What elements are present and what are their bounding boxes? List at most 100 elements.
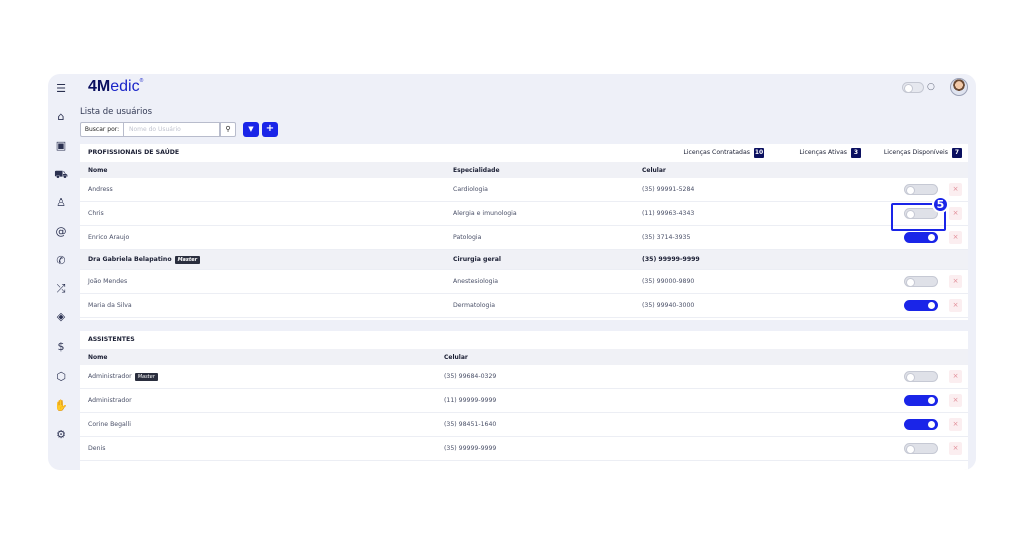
table-row[interactable]: João Mendes Anestesiologia (35) 99000-98… — [80, 270, 968, 294]
delete-icon[interactable]: × — [949, 275, 962, 288]
licenses-available-count: 7 — [952, 148, 962, 158]
row-phone: (35) 3714-3935 — [642, 234, 691, 241]
tutorial-step-marker: 5 — [932, 196, 949, 213]
active-toggle[interactable] — [904, 419, 938, 430]
column-header-phone: Celular — [444, 354, 468, 361]
row-phone: (11) 99963-4343 — [642, 210, 695, 217]
table-row[interactable]: Corine Begalli (35) 98451-1640 × — [80, 413, 968, 437]
table-row[interactable]: Administrador (11) 99999-9999 × — [80, 389, 968, 413]
row-phone: (35) 99999-9999 — [444, 445, 497, 452]
column-header-phone: Celular — [642, 167, 666, 174]
phone-icon[interactable]: ✆ — [54, 254, 68, 268]
page-title: Lista de usuários — [80, 107, 152, 117]
professionals-title: PROFISSIONAIS DE SAÚDE — [88, 149, 180, 156]
row-phone: (35) 99999-9999 — [642, 256, 700, 263]
active-toggle[interactable] — [904, 232, 938, 243]
column-header-name: Nome — [88, 167, 108, 174]
active-toggle[interactable] — [904, 300, 938, 311]
home-icon[interactable]: ⌂ — [54, 110, 68, 124]
dollar-icon[interactable]: $ — [54, 340, 68, 354]
logo[interactable]: 4Medic® — [88, 78, 143, 96]
calendar-icon[interactable]: ▣ — [54, 139, 68, 153]
search-by-label[interactable]: Buscar por: — [80, 122, 124, 137]
active-toggle[interactable] — [904, 443, 938, 454]
car-icon[interactable]: ⛟ — [54, 168, 68, 182]
professionals-header: PROFISSIONAIS DE SAÚDE Licenças Contrata… — [80, 144, 968, 161]
row-name: Administrador Master — [88, 373, 158, 381]
tag-icon[interactable]: ◈ — [54, 310, 68, 324]
active-toggle[interactable] — [904, 371, 938, 382]
row-name: Enrico Araujo — [88, 234, 130, 241]
licenses-contracted-count: 10 — [754, 148, 764, 158]
professionals-panel: PROFISSIONAIS DE SAÚDE Licenças Contrata… — [80, 144, 968, 320]
at-icon[interactable]: @ — [54, 225, 68, 239]
active-toggle[interactable] — [904, 184, 938, 195]
row-phone: (35) 99940-3000 — [642, 302, 695, 309]
user-icon[interactable]: ♙ — [54, 196, 68, 210]
app-window: ☰ ⌂ ▣ ⛟ ♙ @ ✆ ⤮ ◈ $ ⬡ ✋ ⚙ 4Medic® ○ List… — [48, 74, 976, 470]
row-name: Corine Begalli — [88, 421, 131, 428]
delete-icon[interactable]: × — [949, 231, 962, 244]
row-specialty: Dermatologia — [453, 302, 495, 309]
professionals-table: Nome Especialidade Celular Andress Cardi… — [80, 162, 968, 318]
table-row[interactable]: Enrico Araujo Patologia (35) 3714-3935 × — [80, 226, 968, 250]
menu-icon[interactable]: ☰ — [54, 82, 68, 96]
gear-icon[interactable]: ⚙ — [54, 428, 68, 442]
delete-icon[interactable]: × — [949, 442, 962, 455]
row-name: Chris — [88, 210, 104, 217]
row-phone: (35) 99684-0329 — [444, 373, 497, 380]
master-badge: Master — [134, 373, 158, 381]
table-header: Nome Especialidade Celular — [80, 162, 968, 178]
row-specialty: Cardiologia — [453, 186, 488, 193]
row-specialty: Cirurgia geral — [453, 256, 502, 263]
licenses-available: Licenças Disponíveis 7 — [884, 147, 962, 158]
row-name: Denis — [88, 445, 106, 452]
table-row[interactable]: Chris Alergia e imunologia (11) 99963-43… — [80, 202, 968, 226]
row-phone: (35) 98451-1640 — [444, 421, 497, 428]
box-icon[interactable]: ⬡ — [54, 370, 68, 384]
active-toggle[interactable] — [904, 395, 938, 406]
assistants-panel: ASSISTENTES Nome Celular Administrador Ma… — [80, 331, 968, 470]
row-specialty: Patologia — [453, 234, 482, 241]
delete-icon[interactable]: × — [949, 418, 962, 431]
search-icon[interactable]: ⚲ — [220, 122, 236, 137]
table-row[interactable]: Dra Gabriela Belapatino Master Cirurgia g… — [80, 250, 968, 270]
delete-icon[interactable]: × — [949, 183, 962, 196]
licenses-active: Licenças Ativas 3 — [799, 147, 861, 158]
licenses-active-count: 3 — [851, 148, 861, 158]
table-row[interactable]: Maria da Silva Dermatologia (35) 99940-3… — [80, 294, 968, 318]
shuffle-icon[interactable]: ⤮ — [54, 282, 68, 296]
row-specialty: Alergia e imunologia — [453, 210, 517, 217]
row-phone: (35) 99000-9890 — [642, 278, 695, 285]
delete-icon[interactable]: × — [949, 394, 962, 407]
table-row[interactable]: Andress Cardiologia (35) 99991-5284 × — [80, 178, 968, 202]
search-input[interactable]: Nome do Usuário — [124, 122, 220, 137]
row-name: Dra Gabriela Belapatino Master — [88, 256, 201, 264]
assistants-title: ASSISTENTES — [88, 336, 135, 343]
column-header-name: Nome — [88, 354, 108, 361]
table-row[interactable]: Administrador Master (35) 99684-0329 × — [80, 365, 968, 389]
assistants-header: ASSISTENTES — [80, 331, 968, 348]
avatar[interactable] — [950, 78, 968, 96]
table-row[interactable]: Denis (35) 99999-9999 × — [80, 437, 968, 461]
table-header: Nome Celular — [80, 349, 968, 365]
delete-icon[interactable]: × — [949, 370, 962, 383]
assistants-table: Nome Celular Administrador Master (35) 99… — [80, 349, 968, 461]
filter-icon[interactable]: ▼ — [243, 122, 259, 137]
theme-toggle[interactable] — [902, 82, 924, 93]
row-phone: (11) 99999-9999 — [444, 397, 497, 404]
row-phone: (35) 99991-5284 — [642, 186, 695, 193]
row-name: João Mendes — [88, 278, 128, 285]
sidebar: ☰ ⌂ ▣ ⛟ ♙ @ ✆ ⤮ ◈ $ ⬡ ✋ ⚙ — [48, 74, 74, 470]
chat-icon[interactable]: ○ — [927, 82, 938, 93]
master-badge: Master — [174, 256, 201, 264]
column-header-specialty: Especialidade — [453, 167, 500, 174]
active-toggle[interactable] — [904, 276, 938, 287]
hand-icon[interactable]: ✋ — [54, 399, 68, 413]
licenses-contracted: Licenças Contratadas 10 — [683, 148, 764, 158]
delete-icon[interactable]: × — [949, 299, 962, 312]
row-specialty: Anestesiologia — [453, 278, 499, 285]
row-name: Administrador — [88, 397, 132, 404]
delete-icon[interactable]: × — [949, 207, 962, 220]
plus-icon[interactable]: + — [262, 122, 278, 137]
